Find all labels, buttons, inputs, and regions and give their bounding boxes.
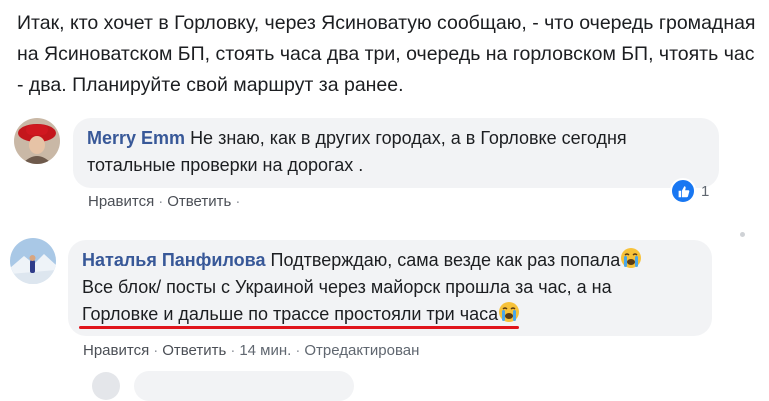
crying-face-emoji-icon [499, 302, 520, 322]
crying-face-emoji-icon [621, 248, 642, 268]
post-text: Итак, кто хочет в Горловку, через Ясинов… [17, 12, 756, 96]
separator-dot: · [295, 342, 301, 359]
reaction-summary-1[interactable]: 1 [670, 178, 709, 204]
comment-actions-1: Нравится · Ответить · [88, 193, 244, 210]
comment-line-2: Все блок/ посты с Украиной через майорск… [82, 277, 612, 297]
reply-bubble-partial [134, 371, 354, 401]
reply-avatar-partial [92, 372, 120, 400]
separator-dot: · [158, 193, 164, 210]
comment-bubble-2: Наталья Панфилова Подтверждаю, сама везд… [68, 240, 712, 336]
comment-author-2[interactable]: Наталья Панфилова [82, 250, 266, 270]
reply-button-1[interactable]: Ответить [167, 193, 231, 210]
comment-text-2c: Горловке и дальше по трассе простояли тр… [82, 304, 499, 324]
avatar-natalya-panfilova[interactable] [10, 238, 56, 284]
comment-line-3: Горловке и дальше по трассе простояли тр… [82, 301, 698, 328]
reply-button-2[interactable]: Ответить [162, 342, 226, 359]
edited-label-2[interactable]: Отредактирован [304, 342, 419, 359]
red-underline-annotation [79, 326, 519, 329]
comment-actions-2: Нравится · Ответить · 14 мин. · Отредактирован [83, 342, 419, 359]
like-button-2[interactable]: Нравится [83, 342, 149, 359]
comment-author-1[interactable]: Merry Emm [87, 128, 185, 148]
comment-line-1: Наталья Панфилова Подтверждаю, сама везд… [82, 247, 698, 274]
separator-dot: · [230, 342, 236, 359]
like-button-1[interactable]: Нравится [88, 193, 154, 210]
comment-text-2a: Подтверждаю, сама везде как раз попала [270, 250, 621, 270]
comment-time-2[interactable]: 14 мин. [239, 342, 291, 359]
avatar-merry-emm[interactable] [14, 118, 60, 164]
scroll-indicator [740, 232, 745, 237]
reaction-count-1: 1 [701, 182, 710, 200]
like-thumb-icon [670, 178, 696, 204]
comment-bubble-1: Merry Emm Не знаю, как в других городах,… [73, 118, 719, 188]
separator-dot: · [153, 342, 159, 359]
separator-dot: · [235, 193, 241, 210]
